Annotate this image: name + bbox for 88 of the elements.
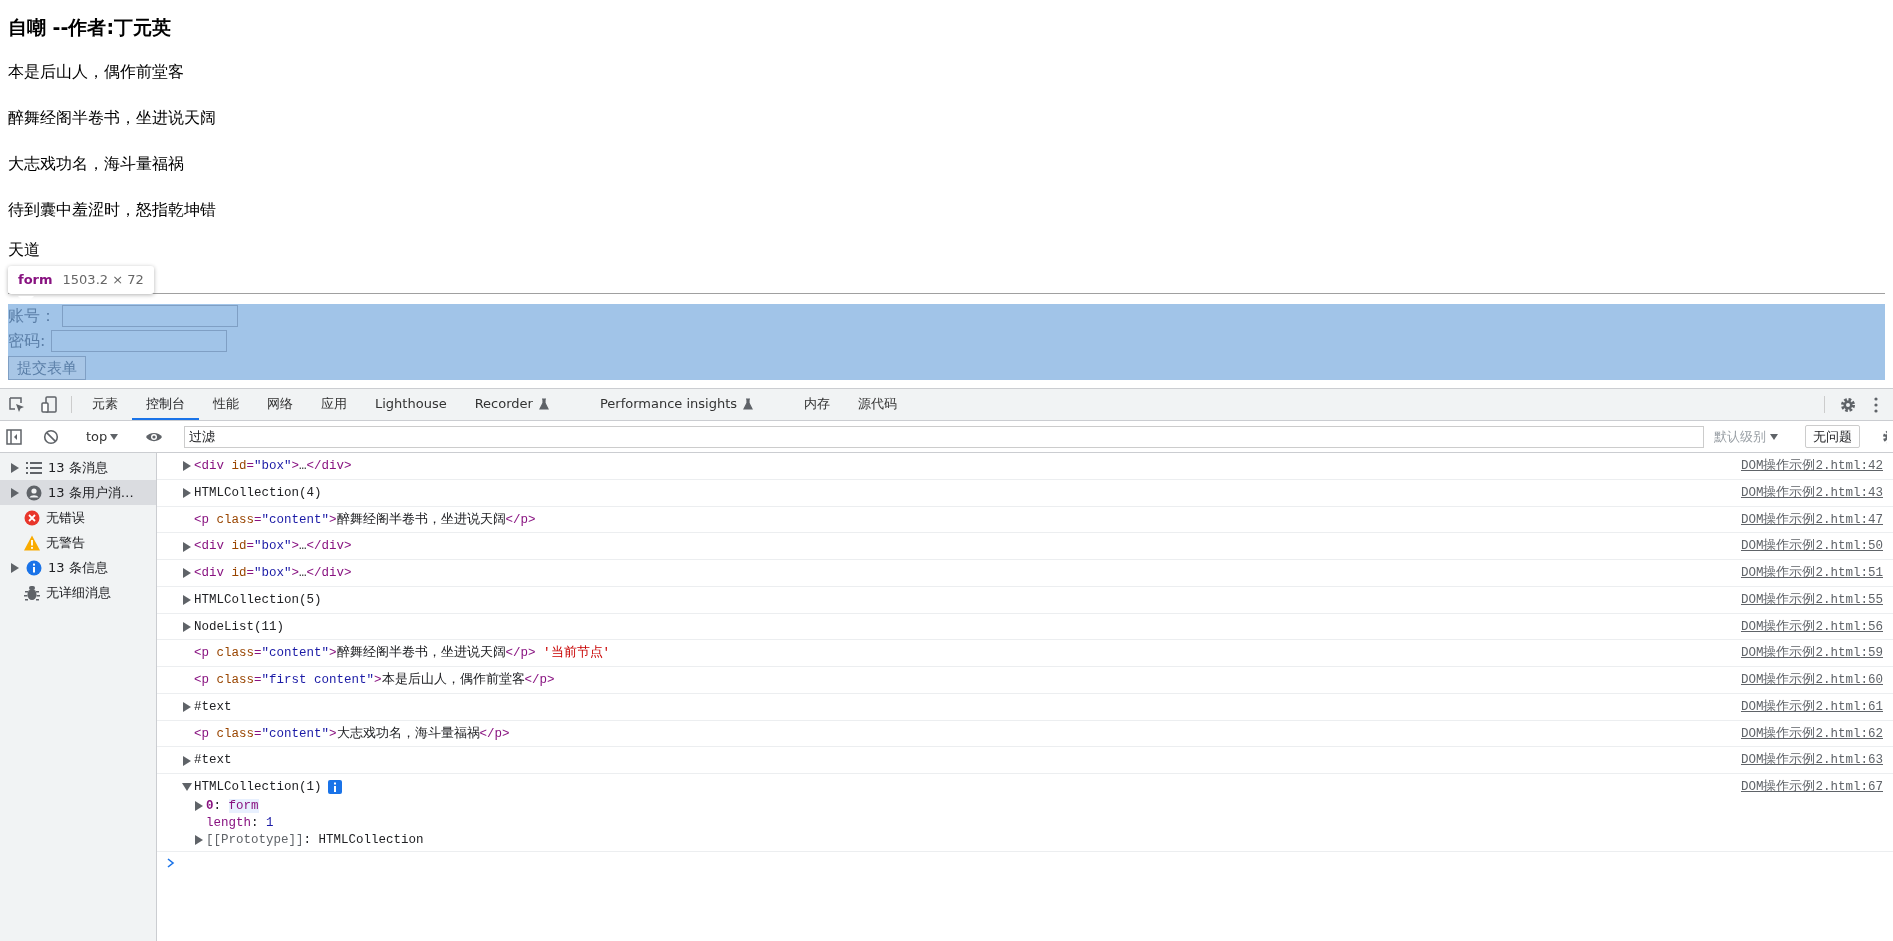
expand-arrow-icon[interactable]: [182, 461, 192, 472]
poem-line: 本是后山人，偶作前堂客: [8, 60, 185, 83]
info-icon: [26, 559, 42, 576]
devtools-tab[interactable]: 网络: [253, 389, 307, 420]
menu-icon[interactable]: [1873, 395, 1879, 414]
user-icon: [26, 484, 42, 501]
sidebar-item[interactable]: 无错误: [0, 505, 156, 530]
expand-arrow-icon[interactable]: [194, 800, 204, 811]
expand-arrow-icon[interactable]: [182, 488, 192, 499]
devtools-tab[interactable]: 元素: [78, 389, 132, 420]
devtools-tab[interactable]: Performance insights: [585, 389, 769, 420]
console-message: <div id="box">…</div>: [194, 538, 352, 556]
expand-arrow-icon[interactable]: [182, 755, 192, 766]
sidebar-item[interactable]: 13 条信息: [0, 555, 156, 580]
poem-line: 天道: [8, 238, 41, 261]
poem-line: 大志戏功名，海斗量福祸: [8, 152, 185, 175]
expand-arrow-icon[interactable]: [182, 595, 192, 606]
field-label: 账号：: [8, 305, 56, 328]
sidebar-item[interactable]: 无警告: [0, 530, 156, 555]
error-icon: [24, 509, 40, 526]
prompt-icon[interactable]: [167, 858, 175, 869]
devtools-tab[interactable]: 应用: [307, 389, 361, 420]
console-message: length: 1: [206, 814, 274, 831]
tooltip-size: 1503.2 × 72: [62, 271, 144, 289]
console-message: HTMLCollection(4): [194, 484, 322, 502]
expand-arrow-icon[interactable]: [182, 621, 192, 632]
tooltip-tag: form: [18, 270, 53, 290]
console-message: #text: [194, 752, 232, 770]
source-link[interactable]: DOM操作示例2.html:43: [1741, 483, 1883, 503]
info-badge-icon[interactable]: [327, 780, 342, 795]
source-link[interactable]: DOM操作示例2.html:62: [1741, 724, 1883, 744]
poem-line: 待到囊中羞涩时，怒指乾坤错: [8, 198, 217, 221]
expand-arrow-icon[interactable]: [10, 562, 20, 573]
list-icon: [26, 460, 42, 475]
bug-icon: [24, 584, 40, 601]
context-dropdown[interactable]: top: [80, 425, 125, 448]
device-icon[interactable]: [41, 396, 57, 413]
expand-arrow-icon[interactable]: [182, 568, 192, 579]
poem-title: 自嘲 --作者:丁元英: [8, 15, 172, 40]
console-message: HTMLCollection(5): [194, 591, 322, 609]
source-link[interactable]: DOM操作示例2.html:42: [1741, 457, 1883, 476]
console-message: #text: [194, 698, 232, 716]
console-message: <p class="content">大志戏功名，海斗量福祸</p>: [194, 725, 510, 743]
source-link[interactable]: DOM操作示例2.html:61: [1741, 697, 1883, 717]
expand-arrow-icon[interactable]: [10, 487, 20, 498]
filter-field[interactable]: 过滤: [184, 425, 1704, 448]
devtools-tab[interactable]: Recorder: [460, 389, 564, 420]
devtools-tab[interactable]: 性能: [199, 389, 253, 420]
expand-arrow-icon[interactable]: [182, 702, 192, 713]
expand-arrow-icon[interactable]: [182, 541, 192, 552]
field-label: 密码:: [8, 330, 46, 353]
clear-icon[interactable]: [43, 428, 59, 445]
console-message: [[Prototype]]: HTMLCollection: [206, 831, 424, 848]
input-field[interactable]: [51, 330, 228, 353]
source-link[interactable]: DOM操作示例2.html:55: [1741, 590, 1883, 610]
collapse-arrow-icon[interactable]: [182, 782, 192, 793]
source-link[interactable]: DOM操作示例2.html:51: [1741, 564, 1883, 583]
console-message: HTMLCollection(1): [194, 779, 322, 796]
expand-arrow-icon[interactable]: [194, 834, 204, 845]
poem-line: 醉舞经阁半卷书，坐进说天阔: [8, 106, 217, 129]
console-message: NodeList(11): [194, 618, 284, 636]
console-message: <p class="content">醉舞经阁半卷书，坐进说天阔</p> '当前节点': [194, 644, 611, 663]
console-message: <p class="first content">本是后山人，偶作前堂客</p>: [194, 671, 555, 689]
sidebar-toggle-icon[interactable]: [6, 428, 22, 445]
source-link[interactable]: DOM操作示例2.html:60: [1741, 671, 1883, 690]
sidebar-item[interactable]: 13 条消息: [0, 455, 156, 480]
caret-icon: [110, 433, 119, 440]
issues-button[interactable]: 无问题: [1805, 424, 1860, 449]
sidebar-item[interactable]: 13 条用户消…: [0, 480, 156, 505]
devtools-tab[interactable]: 内存: [790, 389, 845, 420]
inspect-icon[interactable]: [8, 396, 25, 413]
console-message: <p class="content">醉舞经阁半卷书，坐进说天阔</p>: [194, 511, 536, 529]
sidebar-item[interactable]: 无详细消息: [0, 580, 156, 605]
caret-icon: [1770, 433, 1778, 440]
source-link[interactable]: DOM操作示例2.html:63: [1741, 751, 1883, 770]
source-link[interactable]: DOM操作示例2.html:47: [1741, 510, 1883, 530]
devtools-tab[interactable]: 源代码: [844, 389, 912, 420]
devtools-tab[interactable]: Lighthouse: [361, 389, 461, 420]
console-message: <div id="box">…</div>: [194, 458, 352, 475]
input-field[interactable]: [62, 305, 238, 328]
expand-arrow-icon[interactable]: [10, 462, 20, 473]
source-link[interactable]: DOM操作示例2.html:67: [1741, 778, 1883, 797]
warning-icon: [24, 534, 40, 551]
source-link[interactable]: DOM操作示例2.html:56: [1741, 617, 1883, 637]
source-link[interactable]: DOM操作示例2.html:50: [1741, 537, 1883, 556]
source-link[interactable]: DOM操作示例2.html:59: [1741, 644, 1883, 663]
console-message: <div id="box">…</div>: [194, 565, 352, 582]
console-message: 0: form: [206, 797, 259, 814]
